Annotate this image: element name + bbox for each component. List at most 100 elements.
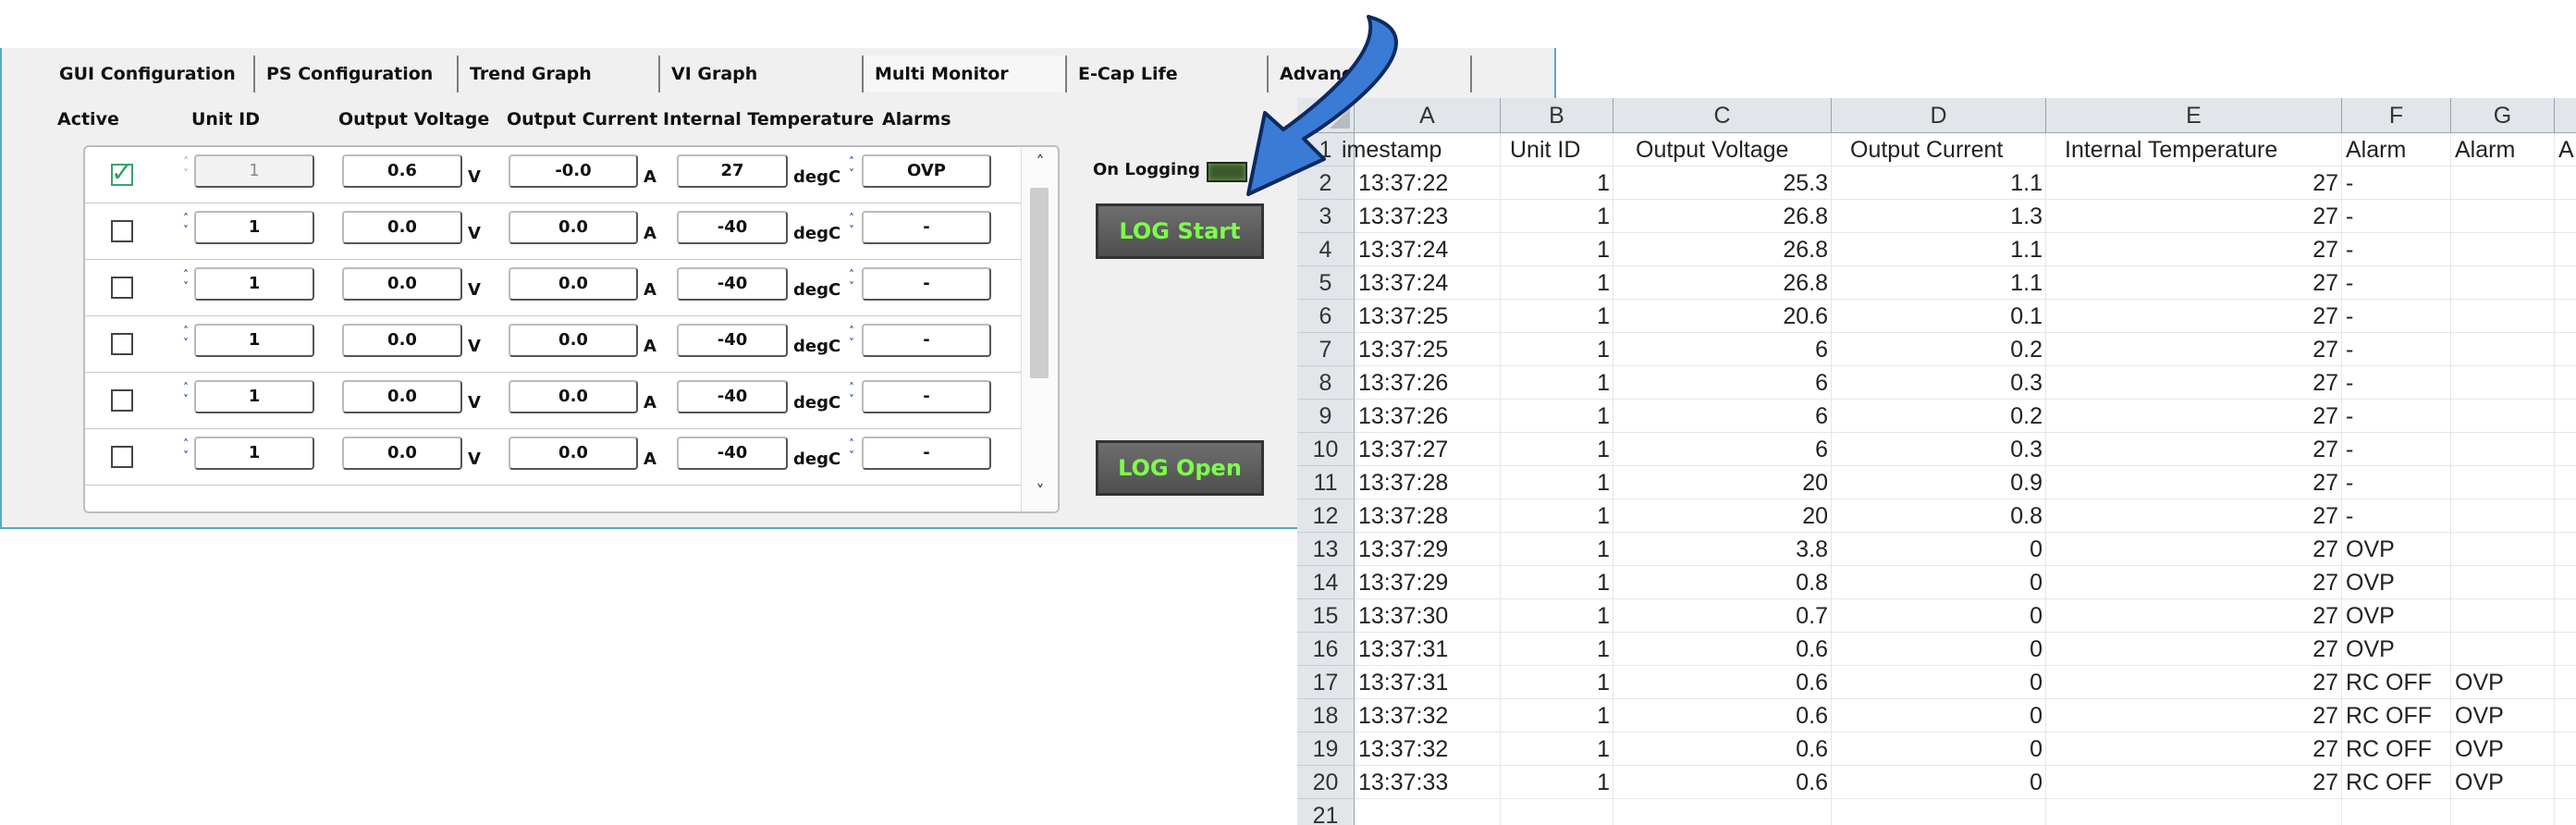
tab-gui-configuration[interactable]: GUI Configuration <box>48 55 255 92</box>
sheet-cell[interactable]: - <box>2342 166 2451 200</box>
unit-id-field[interactable]: 1 <box>194 267 314 301</box>
sheet-cell[interactable] <box>2451 300 2555 333</box>
sheet-cell[interactable]: 1 <box>1501 599 1613 633</box>
row-number-header[interactable]: 16 <box>1297 633 1355 666</box>
sheet-cell[interactable]: 20 <box>1613 499 1832 533</box>
sheet-cell[interactable]: 0.3 <box>1832 433 2046 466</box>
unit-id-spin-icon[interactable]: ˄ ˅ <box>179 438 192 475</box>
sheet-cell[interactable]: 13:37:29 <box>1355 566 1501 599</box>
sheet-cell[interactable]: RC OFF <box>2342 666 2451 699</box>
sheet-cell[interactable]: 27 <box>2046 699 2342 733</box>
sheet-cell[interactable]: 27 <box>2046 566 2342 599</box>
column-letter-header[interactable]: G <box>2451 98 2555 133</box>
sheet-cell[interactable]: 27 <box>2046 466 2342 499</box>
active-checkbox[interactable] <box>111 277 133 299</box>
row-number-header[interactable]: 6 <box>1297 300 1355 333</box>
sheet-cell[interactable] <box>2451 633 2555 666</box>
sheet-cell[interactable]: 1 <box>1501 400 1613 433</box>
sheet-cell[interactable]: 6 <box>1613 400 1832 433</box>
sheet-cell[interactable]: 13:37:28 <box>1355 499 1501 533</box>
sheet-cell[interactable]: 27 <box>2046 666 2342 699</box>
sheet-cell[interactable]: 0 <box>1832 633 2046 666</box>
sheet-cell[interactable]: 13:37:31 <box>1355 633 1501 666</box>
column-letter-header[interactable]: B <box>1501 98 1613 133</box>
column-letter-header[interactable] <box>2555 98 2576 133</box>
sheet-cell[interactable]: 13:37:31 <box>1355 666 1501 699</box>
sheet-cell[interactable]: 20 <box>1613 466 1832 499</box>
sheet-cell[interactable]: 27 <box>2046 233 2342 266</box>
sheet-cell[interactable]: 1 <box>1501 333 1613 366</box>
tab-trend-graph[interactable]: Trend Graph <box>459 55 660 92</box>
row-number-header[interactable]: 7 <box>1297 333 1355 366</box>
sheet-cell[interactable]: 27 <box>2046 166 2342 200</box>
sheet-cell[interactable]: OVP <box>2342 599 2451 633</box>
sheet-cell[interactable]: - <box>2342 366 2451 400</box>
sheet-cell[interactable] <box>2451 466 2555 499</box>
sheet-cell[interactable]: 27 <box>2046 333 2342 366</box>
sheet-cell[interactable]: RC OFF <box>2342 699 2451 733</box>
row-number-header[interactable]: 9 <box>1297 400 1355 433</box>
sheet-cell[interactable]: 0 <box>1832 766 2046 799</box>
row-number-header[interactable]: 13 <box>1297 533 1355 566</box>
alarm-spin-icon[interactable]: ˄ ˅ <box>845 326 858 363</box>
unit-id-spin-icon[interactable]: ˄ ˅ <box>179 213 192 250</box>
sheet-cell[interactable]: 13:37:32 <box>1355 733 1501 766</box>
sheet-cell[interactable]: 0.7 <box>1613 599 1832 633</box>
alarm-spin-icon[interactable]: ˄ ˅ <box>845 269 858 306</box>
alarm-spin-icon[interactable]: ˄ ˅ <box>845 382 858 419</box>
unit-id-field[interactable]: 1 <box>194 380 314 413</box>
log-open-button[interactable]: LOG Open <box>1096 440 1264 496</box>
sheet-cell[interactable]: 27 <box>2046 433 2342 466</box>
unit-id-field[interactable]: 1 <box>194 324 314 357</box>
sheet-cell[interactable]: 13:37:26 <box>1355 366 1501 400</box>
sheet-cell[interactable]: 27 <box>2046 499 2342 533</box>
sheet-cell[interactable]: 0.1 <box>1832 300 2046 333</box>
sheet-cell[interactable]: 1 <box>1501 233 1613 266</box>
sheet-cell[interactable]: 1 <box>1501 733 1613 766</box>
sheet-cell[interactable]: 0.2 <box>1832 400 2046 433</box>
active-checkbox[interactable] <box>111 333 133 355</box>
sheet-cell[interactable]: 1.1 <box>1832 233 2046 266</box>
sheet-cell[interactable]: 1 <box>1501 499 1613 533</box>
sheet-cell[interactable]: 27 <box>2046 766 2342 799</box>
scroll-up-arrow-icon[interactable]: ˄ <box>1029 153 1051 175</box>
sheet-cell[interactable]: 0 <box>1832 533 2046 566</box>
sheet-cell[interactable] <box>2451 266 2555 300</box>
sheet-header-cell[interactable]: Output Current <box>1846 133 2061 166</box>
sheet-cell[interactable]: RC OFF <box>2342 733 2451 766</box>
sheet-cell[interactable]: 13:37:24 <box>1355 266 1501 300</box>
sheet-cell[interactable]: 13:37:30 <box>1355 599 1501 633</box>
sheet-cell[interactable]: 26.8 <box>1613 200 1832 233</box>
sheet-cell[interactable]: 27 <box>2046 733 2342 766</box>
column-letter-header[interactable]: F <box>2342 98 2451 133</box>
sheet-cell[interactable]: 1 <box>1501 266 1613 300</box>
sheet-cell[interactable]: 13:37:25 <box>1355 333 1501 366</box>
sheet-cell[interactable]: 6 <box>1613 366 1832 400</box>
sheet-cell[interactable]: OVP <box>2342 633 2451 666</box>
scrollbar-thumb[interactable] <box>1030 188 1049 378</box>
row-number-header[interactable]: 14 <box>1297 566 1355 599</box>
sheet-cell[interactable]: OVP <box>2451 666 2555 699</box>
sheet-cell[interactable]: 1 <box>1501 366 1613 400</box>
sheet-cell[interactable]: 13:37:33 <box>1355 766 1501 799</box>
sheet-cell[interactable] <box>2451 200 2555 233</box>
sheet-cell[interactable]: 20.6 <box>1613 300 1832 333</box>
sheet-cell[interactable] <box>2451 566 2555 599</box>
unit-id-field[interactable]: 1 <box>194 154 314 188</box>
row-number-header[interactable]: 10 <box>1297 433 1355 466</box>
sheet-cell[interactable]: 0.8 <box>1832 499 2046 533</box>
sheet-cell[interactable]: - <box>2342 400 2451 433</box>
sheet-cell[interactable]: OVP <box>2451 733 2555 766</box>
tab-ps-configuration[interactable]: PS Configuration <box>255 55 459 92</box>
sheet-cell[interactable]: 27 <box>2046 266 2342 300</box>
sheet-cell[interactable]: 13:37:28 <box>1355 466 1501 499</box>
sheet-cell[interactable] <box>2451 233 2555 266</box>
sheet-cell[interactable] <box>2451 366 2555 400</box>
sheet-cell[interactable]: OVP <box>2342 533 2451 566</box>
sheet-cell[interactable] <box>2451 599 2555 633</box>
unit-id-spin-icon[interactable]: ˄ ˅ <box>179 269 192 306</box>
sheet-cell[interactable]: 0.6 <box>1613 666 1832 699</box>
sheet-cell[interactable]: 0 <box>1832 666 2046 699</box>
sheet-header-cell[interactable]: Internal Temperature <box>2061 133 2357 166</box>
vertical-scrollbar[interactable]: ˄ ˅ <box>1021 147 1058 511</box>
